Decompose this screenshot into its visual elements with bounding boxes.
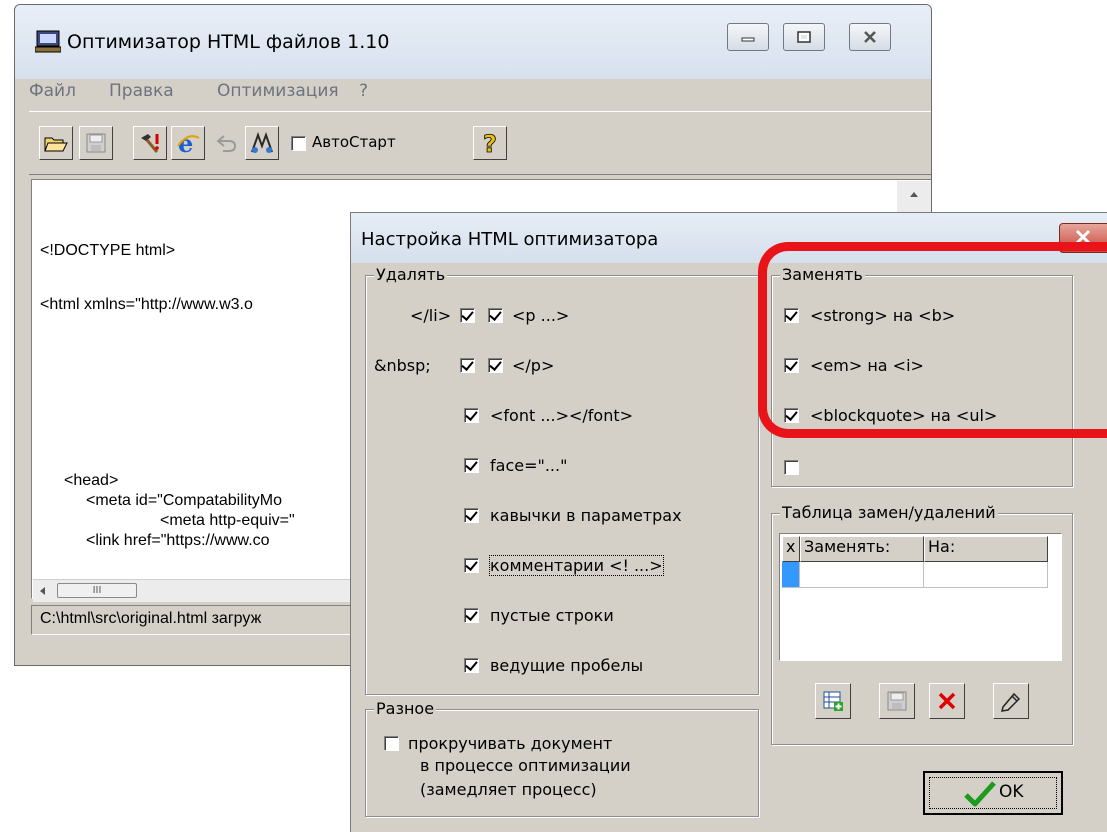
delete-comments-checkbox[interactable]: [464, 558, 479, 573]
compare-button[interactable]: [245, 126, 279, 160]
hammer-icon: [141, 134, 159, 153]
column-header-replace[interactable]: Заменять:: [800, 536, 924, 562]
scroll-left-arrow-icon[interactable]: [37, 584, 49, 598]
close-icon: [850, 24, 890, 50]
checkmark-icon: [964, 781, 996, 807]
delete-font-label: <font ...></font>: [490, 406, 634, 425]
save-disk-icon: [86, 133, 106, 153]
delete-quotes-label: кавычки в параметрах: [490, 506, 682, 525]
delete-leading-spaces-label: ведущие пробелы: [490, 656, 644, 675]
undo-button[interactable]: [209, 126, 243, 160]
minimize-icon: [728, 24, 768, 50]
svg-text:?: ?: [483, 131, 497, 155]
delete-x-icon: [938, 692, 956, 710]
delete-empty-lines-checkbox[interactable]: [464, 608, 479, 623]
delete-font-checkbox[interactable]: [464, 408, 479, 423]
replace-extra-checkbox[interactable]: [784, 460, 799, 475]
scroll-document-label-line3: (замедляет процесс): [420, 780, 597, 799]
dialog-title: Настройка HTML оптимизатора: [361, 229, 659, 250]
column-header-x[interactable]: x: [782, 536, 800, 562]
delete-nbsp-label: &nbsp;: [374, 356, 431, 375]
delete-p-open-label: <p ...>: [512, 306, 570, 325]
close-button[interactable]: [849, 23, 891, 51]
ok-label: OK: [999, 782, 1024, 802]
open-folder-icon: [44, 137, 68, 152]
code-line: <!DOCTYPE html>: [40, 242, 176, 259]
menu-edit[interactable]: Правка: [109, 81, 174, 101]
help-button[interactable]: ?: [473, 126, 507, 160]
toolbar: e АвтоСтарт ?: [29, 111, 931, 175]
edit-row-button[interactable]: [993, 683, 1029, 719]
delete-group-label: Удалять: [374, 265, 448, 284]
scroll-document-label-line2: в процессе оптимизации: [420, 756, 631, 775]
table-cell[interactable]: [924, 562, 1048, 588]
undo-arrow-icon: [216, 135, 237, 152]
delete-empty-lines-label: пустые строки: [490, 606, 614, 625]
menu-help[interactable]: ?: [359, 81, 368, 101]
save-disk-icon: [887, 691, 907, 711]
scroll-document-label-line1: прокручивать документ: [408, 734, 613, 753]
question-mark-icon: ?: [483, 131, 498, 155]
misc-group: Разное прокручивать документ в процессе …: [365, 699, 759, 817]
app-icon: [35, 30, 61, 53]
delete-face-checkbox[interactable]: [464, 458, 479, 473]
delete-row-button[interactable]: [929, 683, 965, 719]
minimize-button[interactable]: [727, 23, 769, 51]
code-line: <meta id="CompatabilityMo: [86, 492, 282, 509]
window-title: Оптимизатор HTML файлов 1.10: [67, 31, 390, 53]
code-line: <meta http-equiv=": [160, 512, 295, 529]
delete-face-label: face="...": [490, 456, 568, 475]
scroll-thumb[interactable]: III: [57, 583, 137, 598]
browser-preview-button[interactable]: e: [171, 126, 205, 160]
autostart-checkbox[interactable]: [291, 136, 306, 151]
delete-p-close-label: </p>: [512, 356, 555, 375]
menu-file[interactable]: Файл: [29, 81, 76, 101]
delete-li-label: </li>: [410, 306, 452, 325]
delete-p-close-checkbox[interactable]: [488, 358, 503, 373]
scroll-up-arrow-icon[interactable]: [897, 181, 931, 207]
status-text: C:\html\src\original.html загруж: [40, 610, 262, 627]
code-line: <link href="https://www.co: [86, 532, 270, 549]
scroll-thumb-grip: III: [92, 585, 102, 596]
add-row-icon: [823, 691, 843, 711]
delete-leading-spaces-checkbox[interactable]: [464, 658, 479, 673]
scroll-document-checkbox[interactable]: [384, 736, 399, 751]
maximize-button[interactable]: [783, 23, 825, 51]
delete-p-open-checkbox[interactable]: [488, 308, 503, 323]
pencil-icon: [1000, 692, 1021, 712]
menu-optimization[interactable]: Оптимизация: [217, 81, 339, 101]
autostart-label: АвтоСтарт: [312, 133, 396, 151]
delete-nbsp-checkbox[interactable]: [460, 358, 475, 373]
save-button[interactable]: [79, 126, 113, 160]
highlight-annotation: [758, 242, 1107, 438]
delete-quotes-checkbox[interactable]: [464, 508, 479, 523]
delete-comments-label: комментарии <! ...>: [489, 555, 664, 576]
maximize-icon: [784, 24, 824, 50]
replacements-table[interactable]: x Заменять: На:: [779, 533, 1062, 661]
misc-group-label: Разное: [374, 699, 437, 718]
internet-explorer-icon: e: [177, 132, 200, 154]
code-line: <head>: [64, 472, 119, 489]
delete-group: Удалять </li> <p ...> &nbsp; </p> <font …: [365, 265, 759, 695]
table-cell[interactable]: [800, 562, 924, 588]
main-title-bar[interactable]: Оптимизатор HTML файлов 1.10: [15, 5, 931, 79]
code-line: <html xmlns="http://www.w3.o: [40, 296, 253, 313]
compare-icon: [251, 132, 273, 153]
optimize-button[interactable]: [133, 126, 167, 160]
delete-li-checkbox[interactable]: [460, 308, 475, 323]
menu-bar: Файл Правка Оптимизация ?: [29, 79, 931, 107]
table-cell-selected[interactable]: [782, 562, 800, 588]
ok-button[interactable]: OK: [923, 771, 1063, 815]
open-button[interactable]: [39, 126, 73, 160]
add-row-button[interactable]: [815, 683, 851, 719]
column-header-with[interactable]: На:: [924, 536, 1048, 562]
save-table-button[interactable]: [879, 683, 915, 719]
table-group-label: Таблица замен/удалений: [780, 503, 998, 522]
